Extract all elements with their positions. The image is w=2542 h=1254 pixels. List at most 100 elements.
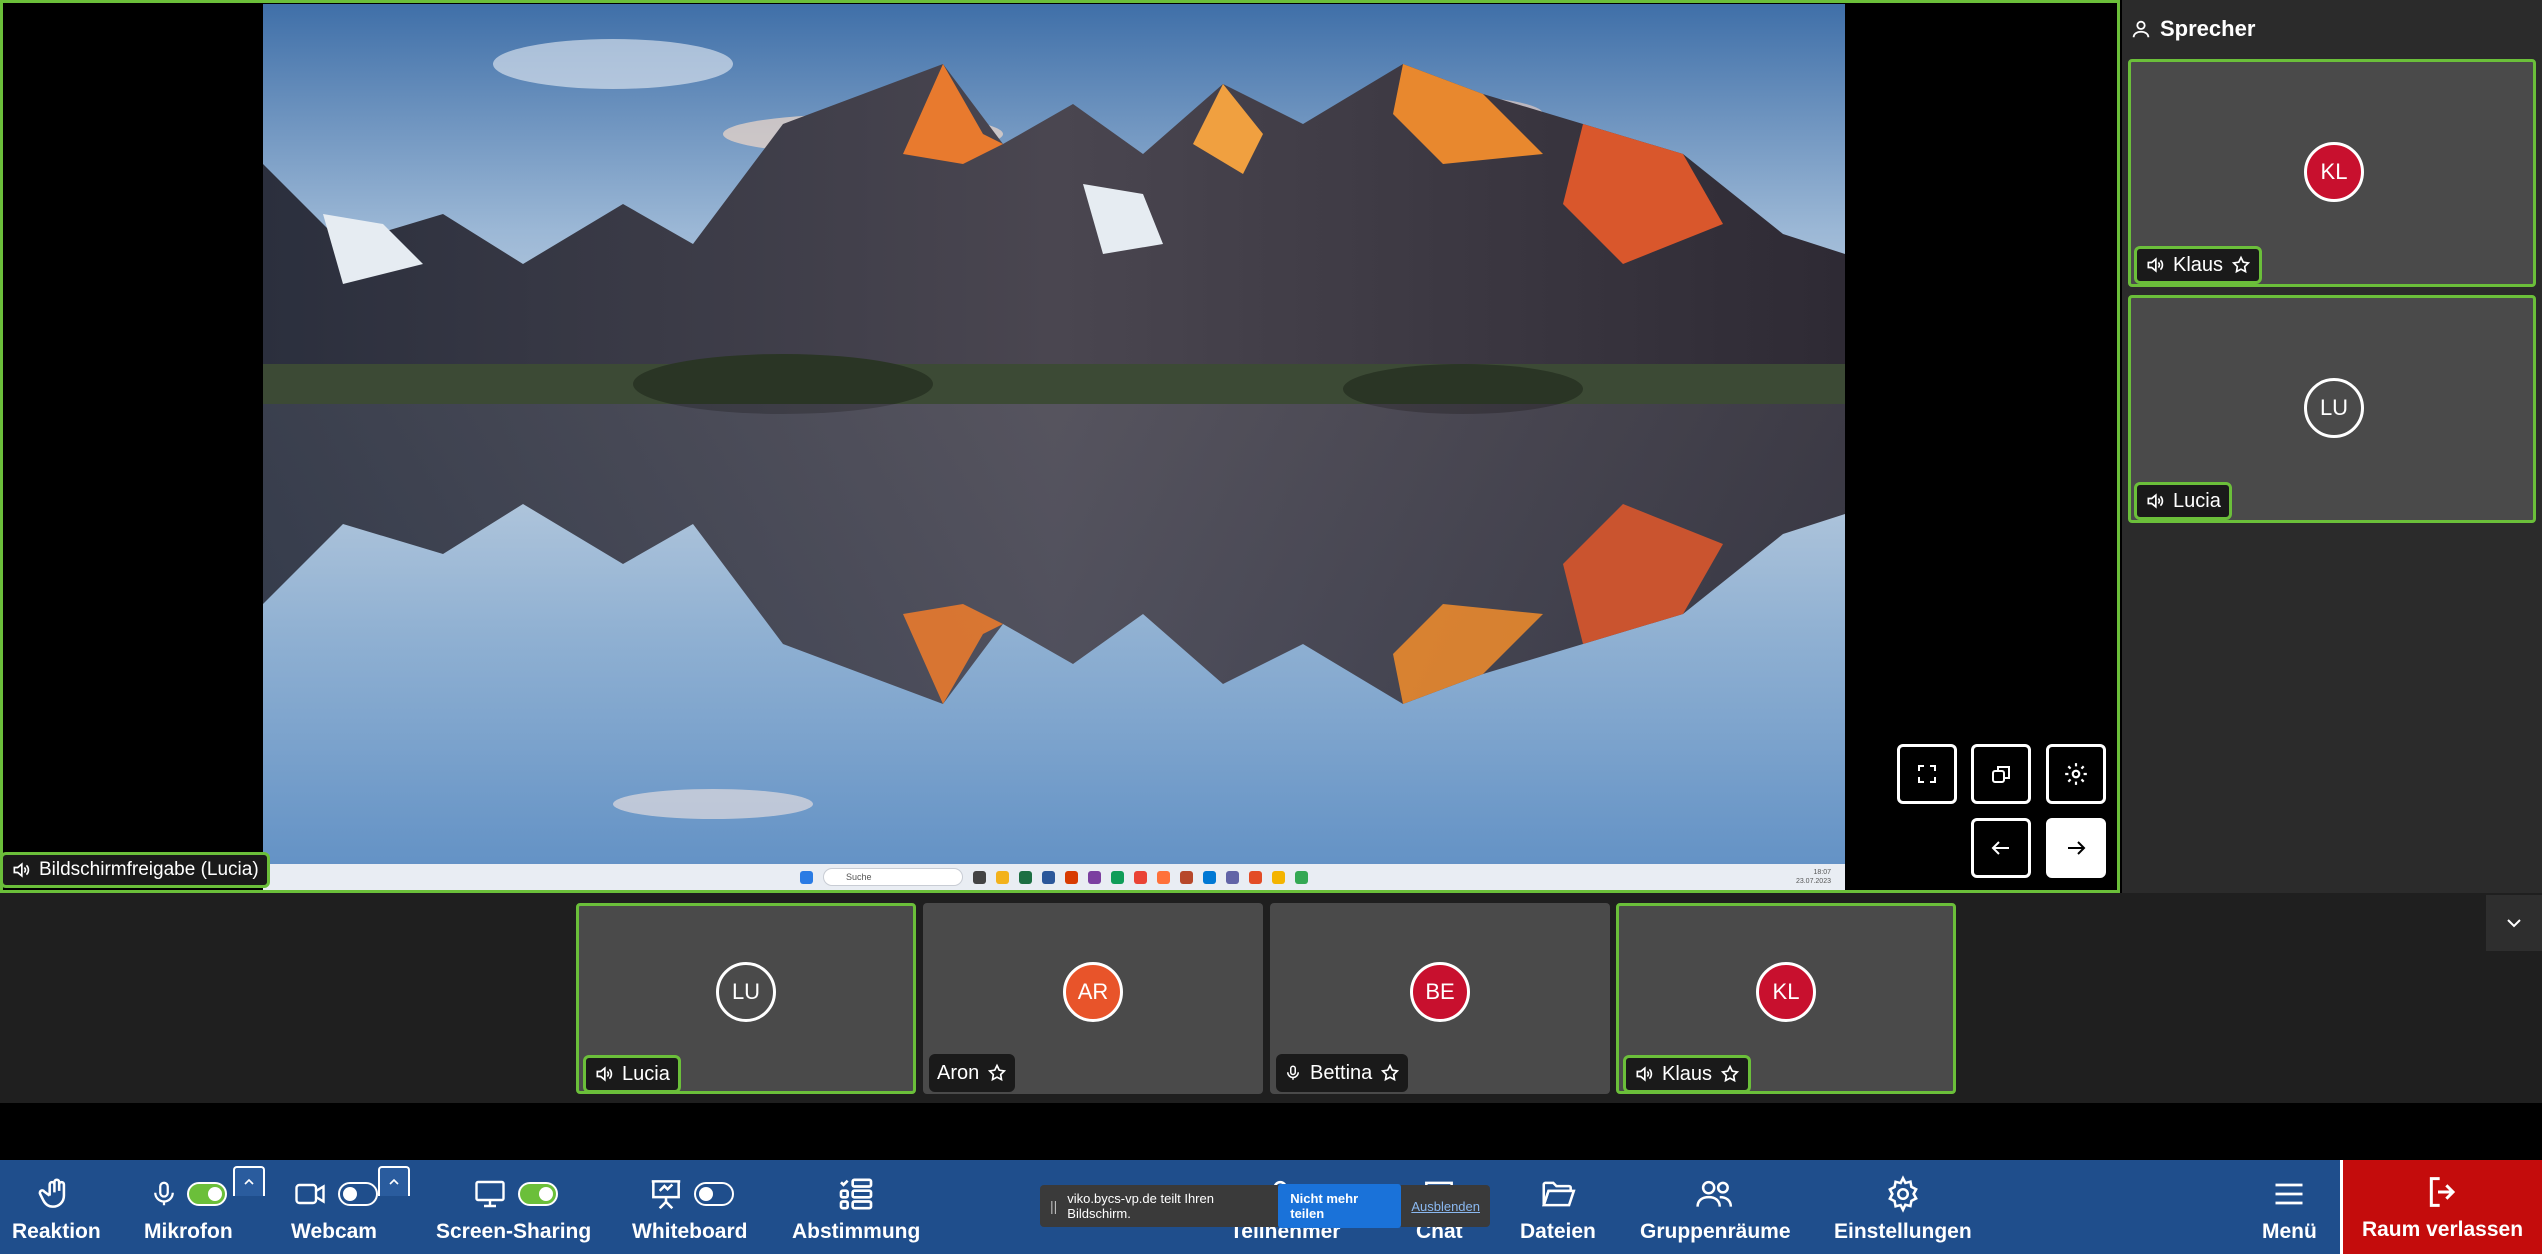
webcam-button[interactable]: Webcam (290, 1172, 378, 1244)
leave-room-button[interactable]: Raum verlassen (2340, 1160, 2542, 1254)
leave-room-label: Raum verlassen (2361, 1218, 2524, 1241)
speaker-name: Lucia (2173, 489, 2221, 512)
exit-door-icon (2429, 1177, 2455, 1207)
menu-button[interactable]: Menü (2262, 1172, 2317, 1244)
hide-notice-link[interactable]: Ausblenden (1411, 1199, 1480, 1214)
participant-name: Klaus (1662, 1062, 1713, 1085)
sidebar-title: Sprecher (2160, 16, 2256, 41)
windows-icon (1992, 766, 2010, 783)
taskbar-app-icon (1226, 870, 1239, 884)
speaker-name-label: Klaus (2134, 246, 2263, 284)
screen-sharing-button[interactable]: Screen-Sharing (436, 1172, 591, 1244)
screen-share-label: Bildschirmfreigabe (Lucia) (0, 852, 270, 888)
microphone-options-button[interactable] (233, 1166, 265, 1196)
avatar: LU (2304, 378, 2364, 438)
collapse-strip-button[interactable] (2486, 895, 2542, 951)
star-icon[interactable] (1380, 1063, 1400, 1083)
taskbar-app-icon (973, 870, 986, 884)
taskbar-clock: 18:07 23.07.2023 (1796, 868, 1831, 886)
taskbar-app-icon (1295, 870, 1308, 884)
settings-button[interactable]: Einstellungen (1834, 1172, 1972, 1244)
whiteboard-button[interactable]: Whiteboard (632, 1172, 748, 1244)
star-icon[interactable] (2231, 255, 2251, 275)
poll-list-icon (839, 1178, 873, 1210)
avatar-initials: BE (1425, 979, 1455, 1004)
clock-time: 18:07 (1813, 869, 1831, 876)
avatar-initials: KL (2320, 159, 2348, 184)
participant-name: Aron (937, 1061, 980, 1084)
speaker-icon (2147, 493, 2164, 509)
avatar-initials: KL (1772, 979, 1800, 1004)
avatar: LU (716, 962, 776, 1022)
breakout-rooms-label: Gruppenräume (1640, 1220, 1791, 1243)
presentation-board-icon (651, 1180, 680, 1210)
avatar-initials: LU (731, 979, 761, 1004)
drag-handle-icon[interactable]: || (1050, 1198, 1057, 1214)
menu-label: Menü (2262, 1220, 2317, 1243)
avatar: BE (1410, 962, 1470, 1022)
participant-name: Bettina (1310, 1061, 1373, 1084)
arrow-right-icon (2068, 841, 2086, 855)
reaction-button[interactable]: Reaktion (12, 1172, 101, 1244)
avatar-initials: AR (1077, 979, 1109, 1004)
participant-tile[interactable]: AR Aron (923, 903, 1263, 1094)
participant-name-label: Lucia (583, 1055, 681, 1093)
microphone-toggle[interactable] (187, 1182, 228, 1206)
taskbar-app-icon (1134, 870, 1147, 884)
person-icon (2132, 20, 2150, 38)
participant-name: Lucia (622, 1062, 670, 1085)
windows-taskbar: Suche 18:07 23.07.2023 (263, 864, 1845, 890)
group-icon (1696, 1180, 1733, 1207)
avatar: AR (1063, 962, 1123, 1022)
taskbar-app-icon (1180, 870, 1193, 884)
speaker-icon (11, 860, 31, 880)
shared-screen-image (263, 4, 1845, 890)
speaker-name-label: Lucia (2134, 482, 2232, 520)
whiteboard-toggle[interactable] (693, 1182, 734, 1206)
poll-label: Abstimmung (792, 1220, 921, 1243)
avatar: KL (1756, 962, 1816, 1022)
webcam-options-button[interactable] (378, 1166, 410, 1196)
star-icon[interactable] (987, 1063, 1007, 1083)
folder-open-icon (1541, 1181, 1576, 1207)
microphone-button[interactable]: Mikrofon (144, 1172, 233, 1244)
webcam-toggle[interactable] (338, 1182, 378, 1206)
participant-tile[interactable]: KL Klaus (1616, 903, 1956, 1094)
breakout-rooms-button[interactable]: Gruppenräume (1640, 1172, 1791, 1244)
taskbar-app-icon (1111, 870, 1124, 884)
taskbar-app-icon (1065, 870, 1078, 884)
sidebar-header: Sprecher (2130, 14, 2255, 44)
taskbar-app-icon (1042, 870, 1055, 884)
speaker-icon (2147, 257, 2164, 273)
hand-wave-icon (38, 1178, 66, 1208)
reaction-label: Reaktion (12, 1220, 101, 1243)
participant-name-label: Bettina (1276, 1054, 1409, 1092)
stage-settings-button[interactable] (2046, 744, 2106, 804)
avatar: KL (2304, 142, 2364, 202)
taskbar-app-icon (1088, 870, 1101, 884)
speaker-tile[interactable]: LU Lucia (2128, 295, 2536, 523)
fullscreen-button[interactable] (1897, 744, 1957, 804)
microphone-icon (154, 1181, 175, 1206)
settings-label: Einstellungen (1834, 1220, 1972, 1243)
poll-button[interactable]: Abstimmung (792, 1172, 920, 1244)
previous-page-button[interactable] (1971, 818, 2031, 878)
participant-tile[interactable]: BE Bettina (1270, 903, 1610, 1094)
participant-tile[interactable]: LU Lucia (576, 903, 916, 1094)
taskbar-app-icon (996, 870, 1009, 884)
files-button[interactable]: Dateien (1520, 1172, 1596, 1244)
taskbar-app-icon (1272, 870, 1285, 884)
webcam-label: Webcam (291, 1220, 377, 1243)
popout-button[interactable] (1971, 744, 2031, 804)
taskbar-app-icon (1157, 870, 1170, 884)
next-page-button[interactable] (2046, 818, 2106, 878)
taskbar-app-icon (1203, 870, 1216, 884)
screen-share-notice: || viko.bycs-vp.de teilt Ihren Bildschir… (1040, 1184, 1490, 1228)
speaker-tile[interactable]: KL Klaus (2128, 59, 2536, 287)
whiteboard-label: Whiteboard (632, 1220, 748, 1243)
video-camera-icon (295, 1183, 325, 1205)
star-icon[interactable] (1720, 1064, 1740, 1084)
gear-icon (1887, 1175, 1918, 1213)
stop-sharing-button[interactable]: Nicht mehr teilen (1278, 1184, 1402, 1228)
screen-sharing-toggle[interactable] (517, 1182, 558, 1206)
